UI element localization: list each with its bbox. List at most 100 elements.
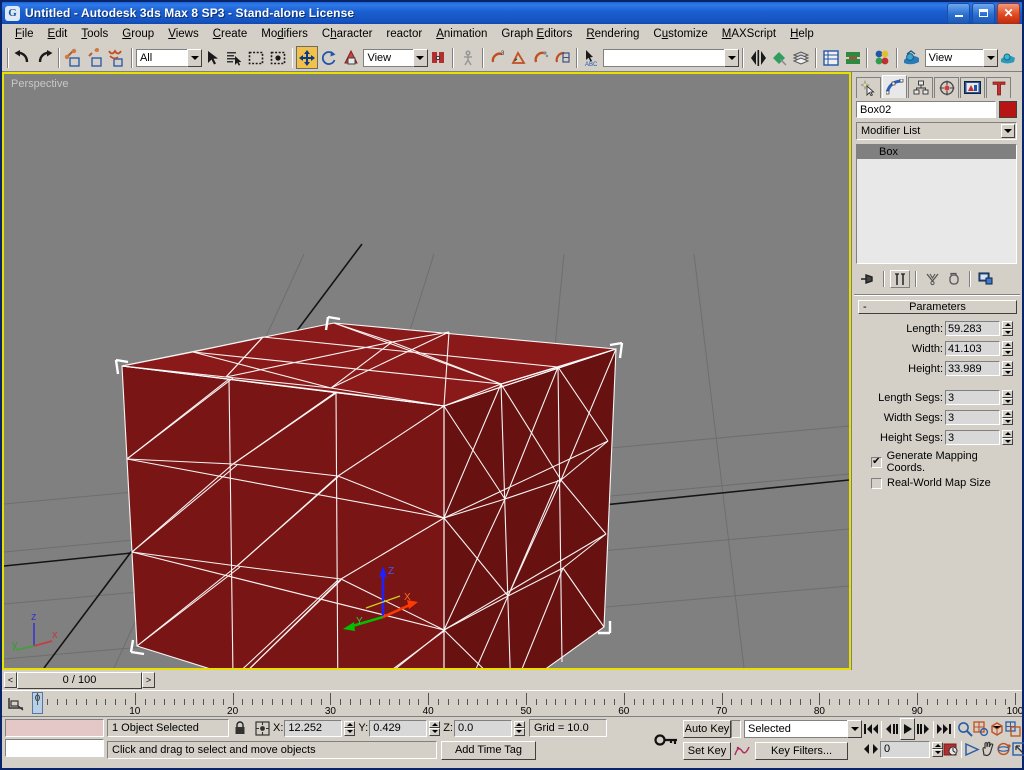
set-key-button[interactable]: Set Key	[683, 742, 731, 760]
select-and-move-button[interactable]	[296, 46, 319, 69]
menu-rendering[interactable]: Rendering	[579, 26, 646, 42]
menu-group[interactable]: Group	[115, 26, 161, 42]
param-length-segs-input[interactable]: 3	[945, 390, 1000, 405]
menu-maxscript[interactable]: MAXScript	[715, 26, 783, 42]
listener-macro-row[interactable]	[5, 719, 104, 737]
named-selection-sets-button[interactable]: ABC	[581, 46, 603, 69]
remove-modifier-icon[interactable]	[944, 270, 964, 288]
key-filters-button[interactable]: Key Filters...	[755, 742, 848, 760]
minimize-button[interactable]	[947, 2, 970, 24]
menu-create[interactable]: Create	[206, 26, 255, 42]
auto-key-button[interactable]: Auto Key	[683, 720, 731, 738]
key-mode-toggle-icon[interactable]	[863, 739, 879, 759]
param-height-segs-input[interactable]: 3	[945, 430, 1000, 445]
previous-frame-icon[interactable]	[884, 719, 900, 739]
selection-filter-combo[interactable]: All	[135, 48, 203, 67]
menu-tools[interactable]: Tools	[74, 26, 115, 42]
maxscript-mini-listener[interactable]	[2, 717, 107, 762]
set-key-mode-toggle[interactable]	[651, 717, 683, 762]
viewport-canvas[interactable]: X Y Z	[4, 74, 849, 668]
render-type-combo[interactable]: View	[924, 48, 999, 67]
window-crossing-button[interactable]	[267, 46, 289, 69]
checkbox-box-icon[interactable]: ✔	[871, 456, 882, 468]
current-frame-input[interactable]: 0	[880, 740, 930, 758]
menu-customize[interactable]: Customize	[646, 26, 714, 42]
undo-button[interactable]	[12, 46, 34, 69]
next-frame-icon[interactable]	[915, 719, 931, 739]
object-name-field[interactable]: Box02	[856, 101, 996, 118]
select-by-name-button[interactable]	[224, 46, 246, 69]
curve-editor-button[interactable]	[820, 46, 842, 69]
redo-button[interactable]	[34, 46, 56, 69]
zoom-extents-icon[interactable]	[989, 719, 1005, 739]
zoom-all-icon[interactable]	[973, 719, 989, 739]
menu-help[interactable]: Help	[783, 26, 821, 42]
arc-rotate-icon[interactable]	[996, 739, 1012, 759]
layer-manager-button[interactable]	[791, 46, 813, 69]
object-color-swatch[interactable]	[999, 101, 1017, 118]
modifier-list-combo[interactable]: Modifier List	[856, 122, 1017, 140]
configure-modifier-sets-icon[interactable]	[976, 270, 996, 288]
time-slider-thumb[interactable]: 0 / 100	[17, 671, 142, 689]
mirror-button[interactable]	[747, 46, 769, 69]
coord-y-input[interactable]: 0.429	[369, 719, 428, 737]
viewport-label[interactable]: Perspective	[11, 78, 68, 90]
make-unique-icon[interactable]	[922, 270, 942, 288]
param-width-segs-spinner[interactable]	[1002, 410, 1013, 425]
collapse-icon[interactable]: -	[863, 301, 867, 313]
zoom-extents-all-icon[interactable]	[1005, 719, 1021, 739]
perspective-viewport[interactable]: Perspective X Y Z z y x	[2, 72, 851, 670]
maximize-button[interactable]	[972, 2, 995, 24]
zoom-icon[interactable]	[957, 719, 973, 739]
pan-icon[interactable]	[980, 739, 996, 759]
param-width-spinner[interactable]	[1002, 341, 1013, 356]
menu-graph-editors[interactable]: Graph Editors	[494, 26, 579, 42]
time-slider-next-button[interactable]: >	[142, 672, 155, 688]
time-slider-prev-button[interactable]: <	[4, 672, 17, 688]
param-height-input[interactable]: 33.989	[945, 361, 1000, 376]
field-of-view-icon[interactable]	[964, 739, 980, 759]
percent-snap-toggle-button[interactable]	[530, 46, 552, 69]
unlink-selection-button[interactable]	[85, 46, 107, 69]
coord-z-input[interactable]: 0.0	[453, 719, 512, 737]
play-animation-icon[interactable]	[900, 718, 915, 740]
param-length-input[interactable]: 59.283	[945, 321, 1000, 336]
frame-ruler[interactable]: 0 102030405060708090100	[30, 691, 1022, 716]
schematic-view-button[interactable]	[842, 46, 864, 69]
checkbox-box-icon[interactable]	[871, 477, 882, 489]
parameters-rollout-header[interactable]: - Parameters	[858, 300, 1017, 314]
named-selection-set-combo[interactable]	[602, 48, 740, 67]
select-and-rotate-button[interactable]	[318, 46, 340, 69]
key-scope-combo[interactable]: Selected	[744, 720, 862, 738]
coord-x-input[interactable]: 12.252	[284, 719, 343, 737]
go-to-start-icon[interactable]	[863, 719, 879, 739]
align-button[interactable]	[769, 46, 791, 69]
menu-views[interactable]: Views	[161, 26, 205, 42]
show-end-result-icon[interactable]	[890, 270, 910, 288]
bind-to-space-warp-button[interactable]	[106, 46, 128, 69]
go-to-end-icon[interactable]	[936, 719, 952, 739]
stack-item-box[interactable]: Box	[857, 145, 1016, 159]
tab-create[interactable]	[856, 77, 881, 98]
menu-edit[interactable]: Edit	[41, 26, 75, 42]
chevron-down-icon[interactable]	[983, 48, 999, 67]
checkbox-real-world-map-size[interactable]: Real-World Map Size	[871, 477, 1013, 489]
select-and-link-button[interactable]	[63, 46, 85, 69]
menu-modifiers[interactable]: Modifiers	[254, 26, 315, 42]
param-height-segs-spinner[interactable]	[1002, 430, 1013, 445]
add-time-tag-button[interactable]: Add Time Tag	[441, 740, 536, 760]
quick-render-button[interactable]	[998, 46, 1020, 69]
tab-utilities[interactable]	[986, 77, 1011, 98]
chevron-down-icon[interactable]	[724, 48, 740, 67]
selection-lock-toggle[interactable]	[229, 721, 251, 735]
rectangular-selection-region-button[interactable]	[245, 46, 267, 69]
material-editor-button[interactable]	[871, 46, 893, 69]
param-length-spinner[interactable]	[1002, 321, 1013, 336]
open-mini-curve-editor-icon[interactable]	[2, 691, 30, 716]
menu-reactor[interactable]: reactor	[379, 26, 429, 42]
close-button[interactable]: ✕	[997, 2, 1020, 24]
current-frame-spinner[interactable]	[932, 741, 943, 757]
tab-modify[interactable]	[882, 75, 907, 98]
chevron-down-icon[interactable]	[412, 48, 428, 67]
checkbox-generate-mapping-coords[interactable]: ✔ Generate Mapping Coords.	[871, 450, 1013, 474]
